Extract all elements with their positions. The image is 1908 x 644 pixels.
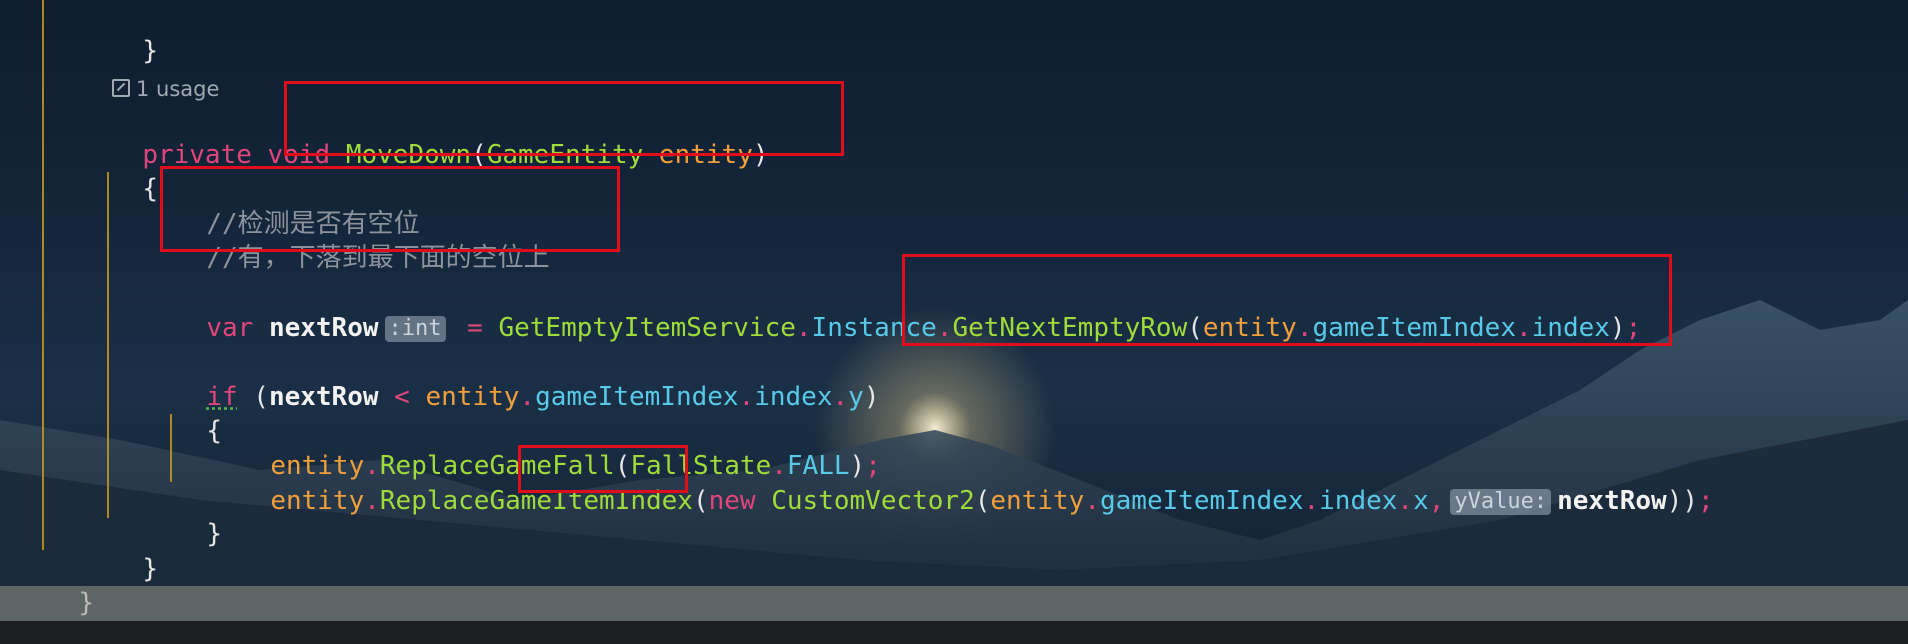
brace: } [142, 554, 158, 584]
if-close-brace: } [175, 483, 222, 549]
replace-fall-call: entity.ReplaceGameFall(FallState.FALL); [270, 451, 881, 481]
if-statement: if (nextRow < entity.gameItemIndex.index… [206, 382, 880, 412]
if-open-brace: { [175, 380, 222, 446]
variable-nextrow[interactable]: nextRow [269, 313, 379, 343]
custom-vector2[interactable]: CustomVector2 [771, 486, 975, 516]
entity-ref: entity [990, 486, 1085, 516]
status-area [0, 621, 1908, 644]
brace: { [142, 174, 158, 204]
brace: { [206, 416, 222, 446]
entity-ref: entity [270, 486, 365, 516]
type-hint: :int [384, 315, 446, 342]
highlight-replace-index [518, 445, 688, 493]
assign-op: = [467, 313, 483, 343]
index-ref: index [754, 382, 833, 412]
y-ref: y [848, 382, 864, 412]
method-open-brace: { [111, 138, 158, 204]
replace-index-call: entity.ReplaceGameItemIndex(new CustomVe… [270, 486, 1714, 516]
variable-nextrow: nextRow [268, 382, 379, 412]
param-hint-yvalue: yValue: [1450, 488, 1552, 515]
game-item-index-ref: gameItemIndex [1099, 486, 1304, 516]
highlight-method-signature [284, 81, 844, 156]
next-row-arg: nextRow [1557, 486, 1667, 516]
indent-guide-method [107, 172, 109, 518]
entity-ref: entity [425, 382, 520, 412]
class-close-brace: } [47, 552, 94, 618]
highlight-comments [160, 166, 620, 252]
x-ref: x [1413, 486, 1429, 516]
brace: } [206, 519, 222, 549]
highlight-get-next-empty-row [902, 254, 1672, 346]
usage-inlay[interactable]: 1 usage [112, 76, 219, 102]
index-ref: index [1319, 486, 1398, 516]
keyword-new: new [708, 486, 756, 516]
game-item-index-ref: gameItemIndex [535, 382, 739, 412]
closing-brace: } [142, 36, 158, 66]
usage-label: 1 usage [136, 77, 220, 101]
lt-op: < [394, 382, 410, 412]
method-close-brace: } [111, 518, 158, 584]
indent-guide-class [42, 0, 44, 550]
external-link-icon [112, 79, 130, 97]
editor-horizontal-scrollbar[interactable] [0, 586, 1908, 621]
indent-guide-if [170, 414, 172, 482]
service-class[interactable]: GetEmptyItemService [498, 313, 795, 343]
keyword-var: var [206, 313, 254, 343]
code-line-1: } [0, 0, 158, 66]
